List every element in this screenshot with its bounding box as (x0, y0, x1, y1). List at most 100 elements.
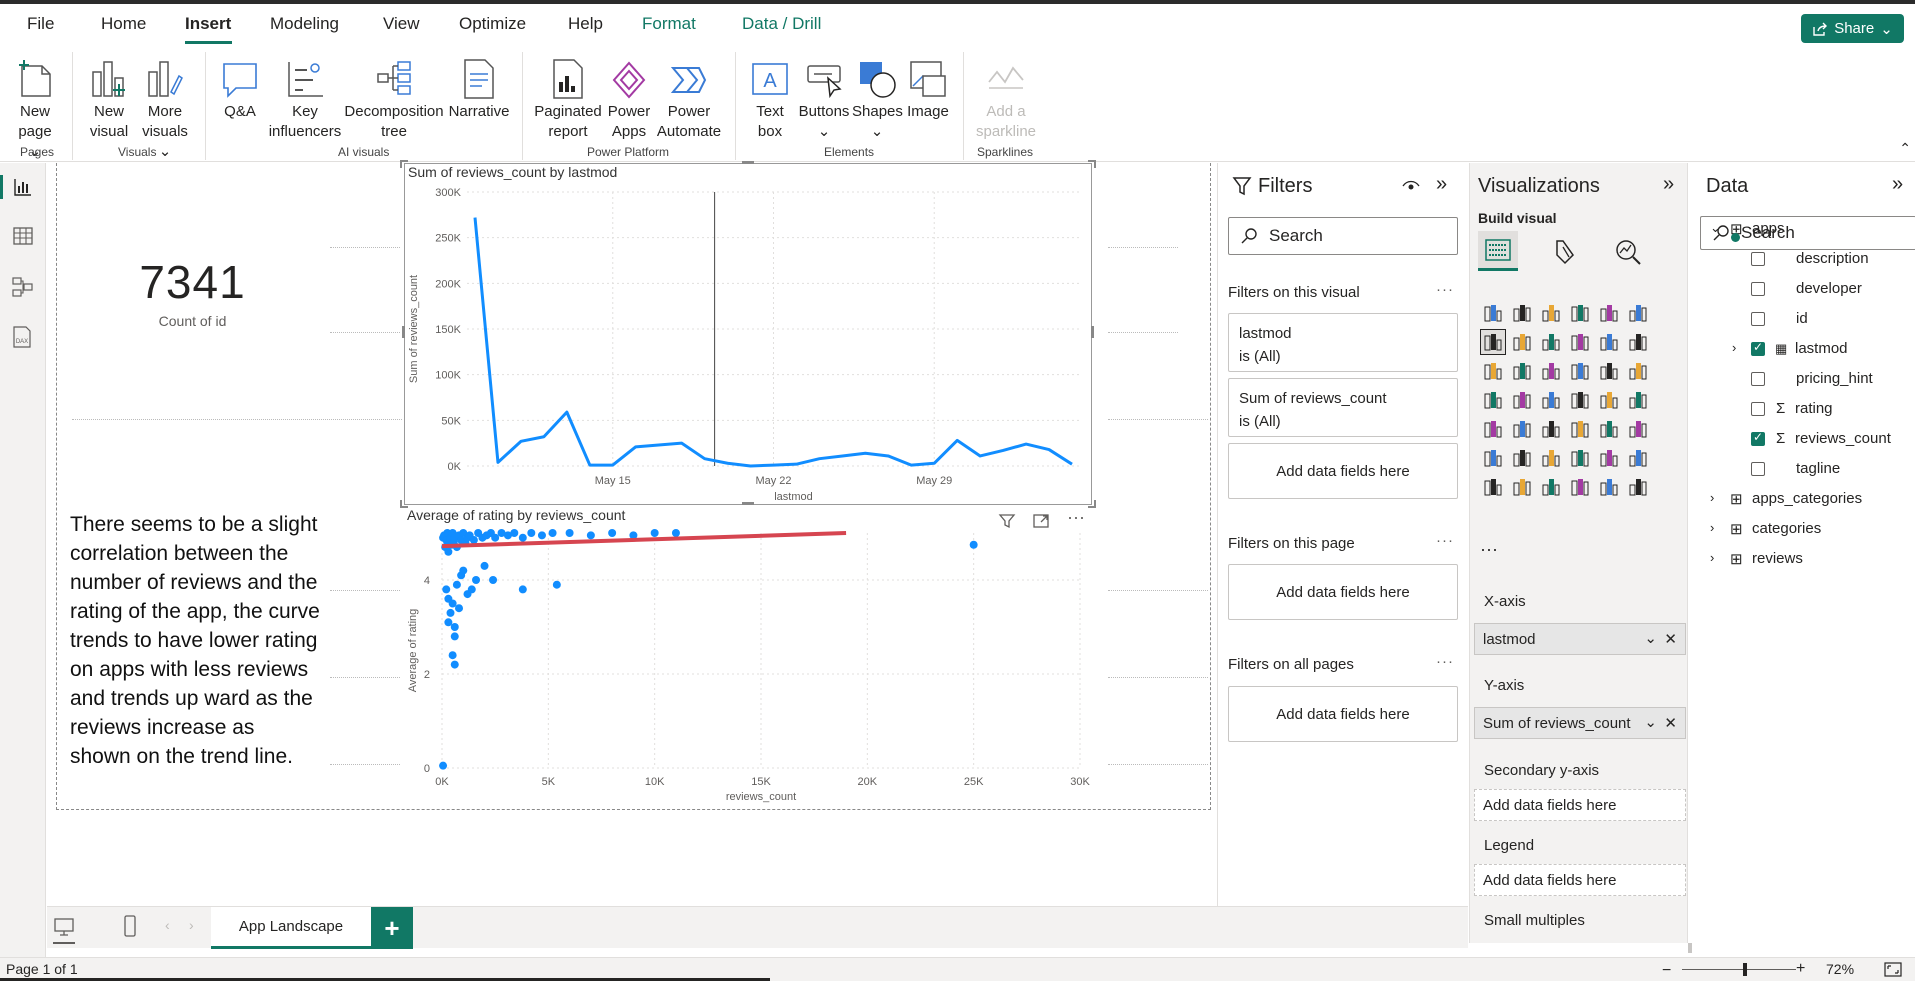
share-button[interactable]: Share ⌄ (1801, 14, 1904, 43)
format-visual-icon[interactable] (1549, 237, 1579, 267)
collapse-data-icon[interactable]: » (1892, 173, 1903, 196)
collapse-apps-icon[interactable]: ⌄ (1710, 220, 1721, 236)
zoom-in-icon[interactable]: + (1796, 960, 1805, 978)
model-view-icon[interactable] (12, 276, 34, 298)
matrix-visual-icon[interactable] (1596, 416, 1622, 442)
prev-page-icon[interactable]: ‹ (165, 917, 170, 933)
insight-textbox[interactable]: There seems to be a slight correlation b… (70, 510, 320, 771)
treemap-visual-icon[interactable] (1480, 387, 1506, 413)
filters-search-input[interactable]: Search (1228, 217, 1458, 255)
field-lastmod[interactable]: lastmod (1795, 340, 1848, 357)
new-visual-button[interactable]: New visual (84, 54, 134, 142)
all-pages-filter-dropzone[interactable]: Add data fields here (1228, 686, 1458, 742)
field-rating[interactable]: rating (1795, 400, 1833, 417)
desktop-layout-icon[interactable] (53, 917, 75, 937)
line-column-visual-icon[interactable] (1596, 329, 1622, 355)
shapes-button[interactable]: Shapes ⌄ (852, 54, 903, 142)
table-name-apps[interactable]: apps (1752, 220, 1785, 237)
r-script-visual-icon[interactable] (1625, 416, 1651, 442)
remove-field-icon[interactable]: ✕ (1664, 714, 1677, 732)
gauge-visual-icon[interactable] (1596, 387, 1622, 413)
narrative-v-visual-icon[interactable] (1596, 445, 1622, 471)
power-automate-button[interactable]: Power Automate (656, 54, 722, 142)
decomposition-v-visual-icon[interactable] (1538, 445, 1564, 471)
kpi-visual-icon[interactable] (1509, 416, 1535, 442)
clustered-bar-visual-icon[interactable] (1538, 300, 1564, 326)
more-options-icon[interactable]: ··· (1436, 653, 1454, 670)
resize-handle[interactable] (742, 161, 754, 164)
remove-field-icon[interactable]: ✕ (1664, 630, 1677, 648)
add-page-button[interactable]: + (371, 907, 413, 949)
tab-data-drill[interactable]: Data / Drill (742, 14, 821, 34)
field-checkbox[interactable]: ✓ (1751, 430, 1765, 446)
qa-v-visual-icon[interactable] (1567, 445, 1593, 471)
scatter-chart-visual[interactable]: Average of rating by reviews_count ··· 0… (404, 505, 1092, 805)
zoom-slider-thumb[interactable] (1743, 963, 1748, 976)
100-column-visual-icon[interactable] (1625, 300, 1651, 326)
field-checkbox[interactable] (1751, 252, 1765, 266)
donut-visual-icon[interactable] (1625, 358, 1651, 384)
line-chart-visual[interactable]: Sum of reviews_count by lastmod 0K 50K 100… (404, 163, 1092, 505)
yaxis-well[interactable]: Sum of reviews_count ⌄ ✕ (1474, 707, 1686, 739)
secondary-yaxis-well[interactable]: Add data fields here (1474, 789, 1686, 821)
tab-optimize[interactable]: Optimize (459, 14, 526, 34)
table-name-categories[interactable]: categories (1752, 520, 1821, 537)
table-view-icon[interactable] (13, 227, 33, 245)
multirow-card-visual-icon[interactable] (1480, 416, 1506, 442)
python-visual-icon[interactable] (1480, 445, 1506, 471)
card-visual-icon[interactable] (1625, 387, 1651, 413)
power-apps-v-visual-icon[interactable] (1567, 474, 1593, 500)
field-description[interactable]: description (1796, 250, 1869, 267)
metrics-visual-icon[interactable] (1625, 445, 1651, 471)
tab-file[interactable]: File (27, 14, 54, 34)
page-tab-app-landscape[interactable]: App Landscape (211, 907, 371, 949)
resize-handle[interactable] (400, 160, 408, 168)
dax-query-view-icon[interactable]: DAX (10, 325, 34, 349)
tab-home[interactable]: Home (101, 14, 146, 34)
narrative-button[interactable]: Narrative (446, 54, 512, 122)
xaxis-well[interactable]: lastmod ⌄ ✕ (1474, 623, 1686, 655)
key-influencers-button[interactable]: Key influencers (268, 54, 342, 142)
eye-icon[interactable] (1402, 179, 1420, 193)
field-pricing-hint[interactable]: pricing_hint (1796, 370, 1873, 387)
more-options-icon[interactable]: ··· (1436, 281, 1454, 298)
collapse-ribbon-icon[interactable]: ⌃ (1899, 140, 1911, 157)
tab-modeling[interactable]: Modeling (270, 14, 339, 34)
field-checkbox[interactable] (1751, 312, 1765, 326)
next-page-icon[interactable]: › (189, 917, 194, 933)
tab-view[interactable]: View (383, 14, 420, 34)
expand-hierarchy-icon[interactable]: › (1732, 340, 1736, 355)
add-sparkline-button[interactable]: Add a sparkline (974, 54, 1038, 142)
mobile-layout-icon[interactable] (123, 915, 137, 937)
key-influencers-v-visual-icon[interactable] (1509, 445, 1535, 471)
more-visuals-ellipsis-icon[interactable]: ··· (1480, 539, 1498, 560)
clustered-column-visual-icon[interactable] (1567, 300, 1593, 326)
page-filter-dropzone[interactable]: Add data fields here (1228, 564, 1458, 620)
map-visual-icon[interactable] (1509, 387, 1535, 413)
field-tagline[interactable]: tagline (1796, 460, 1840, 477)
report-view-icon[interactable] (13, 177, 33, 197)
slicer-visual-icon[interactable] (1538, 416, 1564, 442)
tab-insert[interactable]: Insert (185, 14, 231, 34)
filter-card-reviews-count[interactable]: Sum of reviews_count is (All) (1228, 378, 1458, 437)
scatter-visual-icon[interactable] (1567, 358, 1593, 384)
field-checkbox[interactable] (1751, 372, 1765, 386)
collapse-visualizations-icon[interactable]: » (1663, 173, 1674, 196)
100-area-visual-icon[interactable] (1567, 329, 1593, 355)
chevron-down-icon[interactable]: ⌄ (1644, 713, 1657, 731)
field-checkbox[interactable] (1751, 462, 1765, 476)
filter-card-lastmod[interactable]: lastmod is (All) (1228, 313, 1458, 372)
line-column-2-visual-icon[interactable] (1625, 329, 1651, 355)
analytics-icon[interactable] (1613, 237, 1643, 267)
card-visual[interactable]: 7341 Count of id (100, 255, 285, 345)
zoom-slider[interactable] (1682, 969, 1796, 970)
pie-visual-icon[interactable] (1596, 358, 1622, 384)
qa-button[interactable]: Q&A (215, 54, 265, 122)
tab-format[interactable]: Format (642, 14, 696, 34)
decomposition-tree-button[interactable]: Decomposition tree (344, 54, 444, 142)
visual-filter-dropzone[interactable]: Add data fields here (1228, 443, 1458, 499)
zoom-out-icon[interactable]: − (1662, 962, 1671, 980)
more-options-icon[interactable]: ··· (1436, 532, 1454, 549)
tab-help[interactable]: Help (568, 14, 603, 34)
field-developer[interactable]: developer (1796, 280, 1862, 297)
